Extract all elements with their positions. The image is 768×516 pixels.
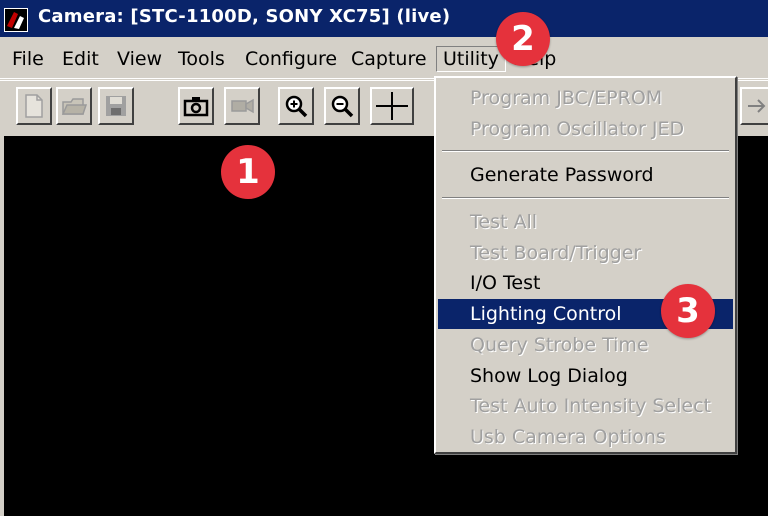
save-disk-icon: [106, 96, 126, 116]
crosshair-icon: [376, 92, 408, 120]
menu-capture[interactable]: Capture: [351, 47, 427, 71]
utility-dropdown-menu: Program JBC/EPROM Program Oscillator JED…: [434, 76, 737, 454]
menu-separator: [442, 150, 729, 152]
new-file-button[interactable]: [16, 87, 52, 125]
menu-item-test-all[interactable]: Test All: [438, 207, 733, 237]
step-badge-1: 1: [221, 145, 275, 199]
video-camera-icon: [231, 98, 254, 114]
camera-snapshot-icon: [183, 97, 209, 117]
window-title: Camera: [STC-1100D, SONY XC75] (live): [38, 6, 451, 27]
open-folder-icon: [61, 98, 87, 115]
zoom-out-button[interactable]: [324, 87, 360, 125]
menu-utility[interactable]: Utility: [436, 46, 506, 72]
menu-separator: [442, 197, 729, 199]
menu-item-show-log-dialog[interactable]: Show Log Dialog: [438, 361, 733, 391]
step-badge-3: 3: [661, 284, 715, 338]
menu-item-test-auto-intensity-select[interactable]: Test Auto Intensity Select: [438, 391, 733, 421]
arrow-right-button[interactable]: [740, 87, 768, 125]
arrow-right-icon: [748, 99, 766, 113]
menu-configure[interactable]: Configure: [245, 47, 337, 71]
menu-file[interactable]: File: [12, 47, 44, 71]
menu-item-generate-password[interactable]: Generate Password: [438, 160, 733, 190]
menu-item-program-oscillator-jed[interactable]: Program Oscillator JED: [438, 114, 733, 144]
menu-bar: File Edit View Tools Configure Capture U…: [0, 40, 768, 79]
menu-tools[interactable]: Tools: [178, 47, 225, 71]
menu-item-program-jbc-eprom[interactable]: Program JBC/EPROM: [438, 83, 733, 113]
zoom-out-icon: [331, 95, 354, 118]
zoom-in-icon: [285, 95, 308, 118]
snapshot-button[interactable]: [178, 87, 214, 125]
menu-view[interactable]: View: [117, 47, 162, 71]
title-bar: Camera: [STC-1100D, SONY XC75] (live): [0, 0, 768, 37]
zoom-in-button[interactable]: [278, 87, 314, 125]
step-badge-2: 2: [496, 12, 550, 66]
save-button[interactable]: [98, 87, 134, 125]
menu-item-usb-camera-options[interactable]: Usb Camera Options: [438, 422, 733, 452]
crosshair-button[interactable]: [370, 87, 414, 125]
open-folder-button[interactable]: [56, 87, 92, 125]
menu-edit[interactable]: Edit: [62, 47, 99, 71]
new-file-icon: [25, 94, 43, 118]
app-icon: [4, 8, 28, 32]
video-camera-button[interactable]: [224, 87, 260, 125]
menu-item-test-board-trigger[interactable]: Test Board/Trigger: [438, 238, 733, 268]
